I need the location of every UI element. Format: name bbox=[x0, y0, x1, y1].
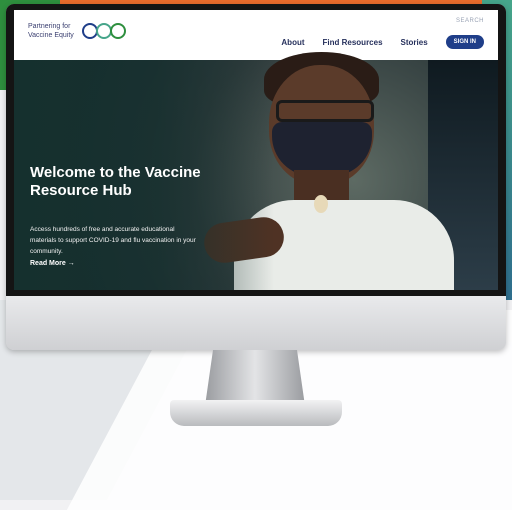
read-more-link[interactable]: Read More → bbox=[30, 260, 75, 267]
nav-item-find-resources[interactable]: Find Resources bbox=[323, 38, 383, 47]
main-nav: About Find Resources Stories SIGN IN bbox=[281, 35, 484, 49]
logo-text: Partnering for Vaccine Equity bbox=[28, 23, 74, 39]
monitor-chin bbox=[6, 296, 506, 350]
hero-photo-glasses bbox=[276, 100, 374, 122]
nav-item-about[interactable]: About bbox=[281, 38, 304, 47]
hero-banner: Welcome to the Vaccine Resource Hub Acce… bbox=[14, 52, 498, 290]
site-logo[interactable]: Partnering for Vaccine Equity bbox=[28, 22, 126, 40]
hero-description: Access hundreds of free and accurate edu… bbox=[30, 226, 196, 255]
hero-title: Welcome to the Vaccine Resource Hub bbox=[30, 164, 201, 199]
nav-item-stories[interactable]: Stories bbox=[401, 38, 428, 47]
monitor-screen: Partnering for Vaccine Equity SEARCH Abo… bbox=[14, 10, 498, 290]
logo-hexagons-icon bbox=[82, 23, 126, 39]
monitor-stand-base bbox=[170, 400, 342, 426]
monitor-stand-neck bbox=[205, 350, 305, 406]
search-link[interactable]: SEARCH bbox=[456, 18, 484, 24]
sign-in-button[interactable]: SIGN IN bbox=[445, 35, 484, 49]
site-header: Partnering for Vaccine Equity SEARCH Abo… bbox=[14, 10, 498, 60]
hero-photo-pendant bbox=[314, 195, 328, 213]
